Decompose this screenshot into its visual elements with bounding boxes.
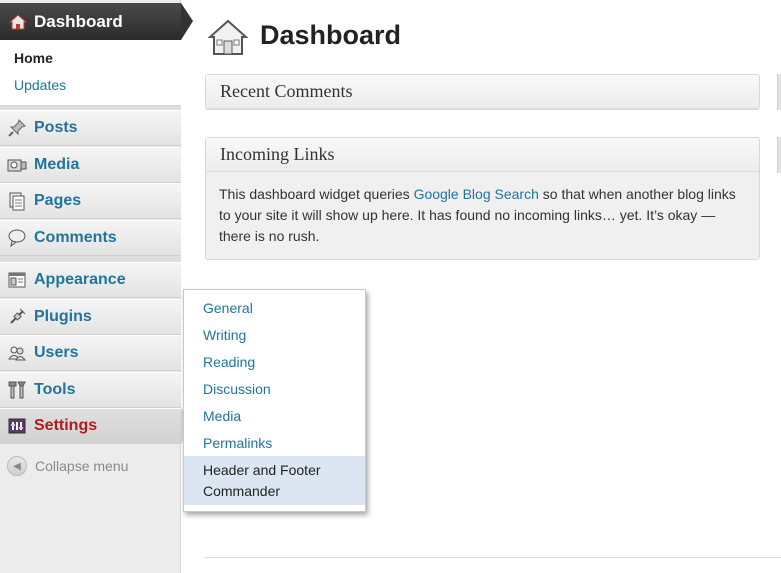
menu-item-comments[interactable]: Comments [0, 220, 181, 256]
widget-title[interactable]: Incoming Links [206, 138, 759, 172]
dashboard-house-icon [208, 19, 248, 55]
pages-icon [9, 192, 25, 211]
menu-item-dashboard[interactable]: Dashboard [0, 3, 181, 40]
settings-flyout-menu: General Writing Reading Discussion Media… [183, 289, 366, 512]
submenu-home[interactable]: Home [14, 50, 53, 66]
collapse-arrow-icon: ◀ [7, 456, 27, 476]
settings-icon [8, 418, 26, 434]
tools-icon [8, 381, 26, 399]
flyout-item-discussion[interactable]: Discussion [184, 379, 365, 400]
widget-recent-comments: Recent Comments [205, 74, 760, 110]
comments-icon [8, 229, 26, 248]
users-icon [8, 346, 26, 361]
admin-sidebar: Dashboard Home Updates Posts Media Pages… [0, 0, 181, 573]
menu-item-appearance[interactable]: Appearance [0, 262, 181, 298]
menu-item-label: Media [34, 156, 80, 173]
flyout-item-header-footer-commander[interactable]: Header and Footer Commander [184, 456, 365, 505]
menu-item-dashboard-label: Dashboard [34, 11, 123, 31]
collapse-menu-label: Collapse menu [35, 458, 129, 474]
widget-title[interactable]: Recent Comments [206, 75, 759, 109]
menu-item-label: Comments [34, 229, 117, 246]
menu-item-label: Pages [34, 192, 82, 209]
widget-incoming-links: Incoming Links This dashboard widget que… [205, 137, 760, 260]
dashboard-active-arrow [181, 3, 193, 40]
pin-icon [8, 119, 26, 137]
menu-item-users[interactable]: Users [0, 335, 181, 371]
menu-item-posts[interactable]: Posts [0, 110, 181, 146]
menu-item-plugins[interactable]: Plugins [0, 299, 181, 335]
menu-item-label: Appearance [34, 271, 126, 288]
widget-column-edge [777, 137, 781, 173]
menu-item-tools[interactable]: Tools [0, 372, 181, 408]
flyout-item-writing[interactable]: Writing [184, 325, 365, 346]
page-title: Dashboard [260, 20, 402, 50]
menu-item-pages[interactable]: Pages [0, 183, 181, 219]
widget-body: This dashboard widget queries Google Blo… [206, 172, 759, 259]
flyout-item-reading[interactable]: Reading [184, 352, 365, 373]
flyout-item-permalinks[interactable]: Permalinks [184, 433, 365, 454]
collapse-menu-button[interactable]: ◀ Collapse menu [7, 456, 128, 476]
menu-item-label: Tools [34, 381, 76, 398]
submenu-updates[interactable]: Updates [14, 77, 66, 93]
menu-item-label: Settings [34, 417, 98, 434]
home-icon [9, 13, 27, 29]
menu-item-label: Posts [34, 119, 78, 136]
google-blog-search-link[interactable]: Google Blog Search [414, 186, 539, 202]
plugins-icon [10, 308, 26, 324]
appearance-icon [8, 272, 26, 288]
media-icon [7, 159, 27, 172]
menu-item-settings[interactable]: Settings [0, 408, 181, 444]
wp-admin-screen: Dashboard Home Updates Posts Media Pages… [0, 0, 781, 573]
widget-column-edge [777, 74, 781, 110]
dashboard-submenu: Home Updates [0, 40, 181, 106]
flyout-item-general[interactable]: General [184, 298, 365, 319]
menu-item-media[interactable]: Media [0, 147, 181, 183]
divider [205, 557, 781, 558]
menu-item-label: Users [34, 344, 79, 361]
widget-text: This dashboard widget queries [219, 186, 414, 202]
menu-item-label: Plugins [34, 308, 92, 325]
flyout-item-media[interactable]: Media [184, 406, 365, 427]
